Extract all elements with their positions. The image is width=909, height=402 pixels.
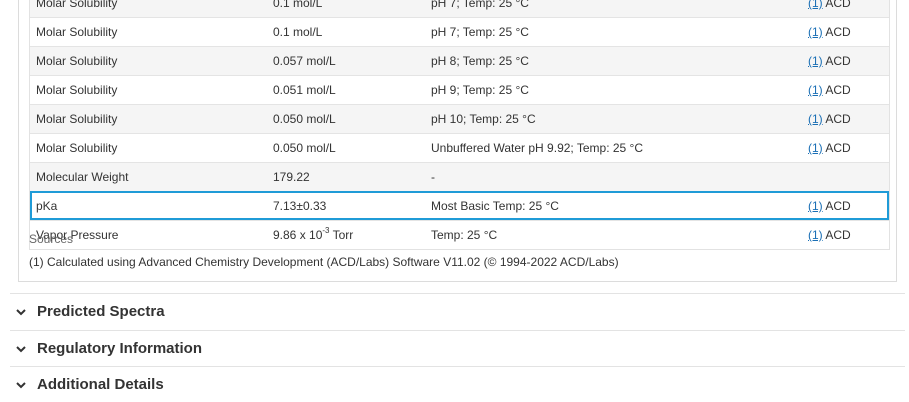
- property-conditions: Unbuffered Water pH 9.92; Temp: 25 °C: [431, 141, 644, 155]
- property-value: 0.050 mol/L: [273, 112, 336, 126]
- property-reference: (1) ACD: [808, 192, 851, 220]
- source-name: ACD: [825, 25, 851, 39]
- property-name: pKa: [36, 199, 58, 213]
- source-name: ACD: [825, 83, 851, 97]
- property-conditions: pH 7; Temp: 25 °C: [431, 0, 529, 10]
- property-name: Molar Solubility: [36, 112, 118, 126]
- reference-link[interactable]: (1): [808, 228, 823, 242]
- property-name: Molar Solubility: [36, 141, 118, 155]
- reference-link[interactable]: (1): [808, 199, 823, 213]
- property-value: 0.057 mol/L: [273, 54, 336, 68]
- property-conditions: -: [431, 170, 435, 184]
- section-title: Additional Details: [37, 376, 164, 393]
- source-name: ACD: [825, 54, 851, 68]
- reference-link[interactable]: (1): [808, 25, 823, 39]
- table-row: Molar Solubility 0.1 mol/L pH 7; Temp: 2…: [30, 17, 889, 46]
- reference-link[interactable]: (1): [808, 112, 823, 126]
- sources-label: Sources: [29, 232, 74, 246]
- section-regulatory-information[interactable]: Regulatory Information: [10, 330, 905, 366]
- property-value: 179.22: [273, 170, 310, 184]
- chevron-down-icon: [16, 382, 26, 389]
- properties-table: Molar Solubility 0.1 mol/L pH 7; Temp: 2…: [29, 0, 890, 250]
- source-name: ACD: [825, 199, 851, 213]
- chevron-down-icon: [16, 346, 26, 353]
- property-value: 7.13±0.33: [273, 199, 327, 213]
- source-name: ACD: [825, 228, 851, 242]
- table-row: Molar Solubility 0.051 mol/L pH 9; Temp:…: [30, 75, 889, 104]
- property-reference: (1) ACD: [808, 47, 851, 75]
- property-name: Molar Solubility: [36, 83, 118, 97]
- table-row: Molecular Weight 179.22 -: [30, 162, 889, 191]
- property-conditions: pH 7; Temp: 25 °C: [431, 25, 529, 39]
- property-name: Molar Solubility: [36, 25, 118, 39]
- property-reference: (1) ACD: [808, 0, 851, 17]
- property-value: 0.1 mol/L: [273, 0, 323, 10]
- section-additional-details[interactable]: Additional Details: [10, 366, 905, 402]
- section-title: Regulatory Information: [37, 340, 203, 357]
- property-name: Molecular Weight: [36, 170, 129, 184]
- property-name: Molar Solubility: [36, 54, 118, 68]
- section-title: Predicted Spectra: [37, 303, 165, 320]
- property-conditions: Most Basic Temp: 25 °C: [431, 199, 559, 213]
- reference-link[interactable]: (1): [808, 54, 823, 68]
- table-row-highlighted[interactable]: pKa 7.13±0.33 Most Basic Temp: 25 °C (1)…: [30, 191, 889, 220]
- property-reference: (1) ACD: [808, 76, 851, 104]
- property-conditions: pH 8; Temp: 25 °C: [431, 54, 529, 68]
- table-row: Vapor Pressure 9.86 x 10-3 Torr Temp: 25…: [30, 220, 889, 249]
- property-value: 9.86 x 10-3 Torr: [273, 226, 354, 243]
- table-row: Molar Solubility 0.050 mol/L pH 10; Temp…: [30, 104, 889, 133]
- section-predicted-spectra[interactable]: Predicted Spectra: [10, 293, 905, 329]
- table-row: Molar Solubility 0.1 mol/L pH 7; Temp: 2…: [30, 0, 889, 17]
- property-reference: (1) ACD: [808, 134, 851, 162]
- reference-link[interactable]: (1): [808, 0, 823, 10]
- property-reference: (1) ACD: [808, 105, 851, 133]
- property-value: 0.050 mol/L: [273, 141, 336, 155]
- source-name: ACD: [825, 0, 851, 10]
- table-row: Molar Solubility 0.050 mol/L Unbuffered …: [30, 133, 889, 162]
- chevron-down-icon: [16, 309, 26, 316]
- property-value: 0.051 mol/L: [273, 83, 336, 97]
- properties-panel: Molar Solubility 0.1 mol/L pH 7; Temp: 2…: [18, 0, 897, 282]
- property-value: 0.1 mol/L: [273, 25, 323, 39]
- reference-link[interactable]: (1): [808, 141, 823, 155]
- reference-link[interactable]: (1): [808, 83, 823, 97]
- source-name: ACD: [825, 141, 851, 155]
- property-conditions: Temp: 25 °C: [431, 228, 498, 242]
- property-conditions: pH 9; Temp: 25 °C: [431, 83, 529, 97]
- property-conditions: pH 10; Temp: 25 °C: [431, 112, 536, 126]
- source-item: (1) Calculated using Advanced Chemistry …: [29, 255, 619, 269]
- source-name: ACD: [825, 112, 851, 126]
- property-reference: (1) ACD: [808, 18, 851, 46]
- table-row: Molar Solubility 0.057 mol/L pH 8; Temp:…: [30, 46, 889, 75]
- property-name: Molar Solubility: [36, 0, 118, 10]
- property-reference: (1) ACD: [808, 221, 851, 249]
